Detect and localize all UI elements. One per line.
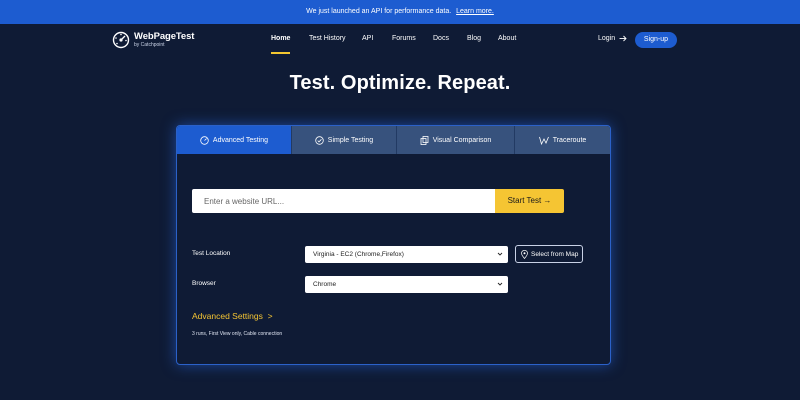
login-label: Login — [598, 35, 616, 42]
nav-home[interactable]: Home — [271, 35, 290, 42]
advanced-settings-toggle[interactable]: Advanced Settings > — [192, 311, 273, 321]
test-form-card: Advanced Testing Simple Testing Visual C… — [176, 125, 611, 365]
test-location-select[interactable]: Virginia - EC2 (Chrome,Firefox) — [305, 246, 508, 263]
test-location-value: Virginia - EC2 (Chrome,Firefox) — [313, 251, 404, 258]
nav-api[interactable]: API — [362, 35, 373, 42]
browser-value: Chrome — [313, 281, 337, 288]
browser-label: Browser — [192, 280, 216, 287]
brand-subtitle: by Catchpoint — [134, 41, 165, 48]
tab-label: Traceroute — [552, 136, 587, 144]
nav-forums[interactable]: Forums — [392, 35, 416, 42]
logo-icon — [112, 31, 130, 49]
select-from-map-button[interactable]: Select from Map — [515, 245, 583, 263]
tab-label: Simple Testing — [327, 136, 374, 144]
nav-test-history[interactable]: Test History — [309, 35, 346, 42]
copy-icon — [420, 135, 429, 145]
top-navigation: WebPageTest by Catchpoint Home Test Hist… — [0, 24, 800, 56]
banner-learn-more-link[interactable]: Learn more. — [456, 8, 494, 15]
nav-blog[interactable]: Blog — [467, 35, 481, 42]
advanced-settings-summary: 3 runs, First View only, Cable connectio… — [192, 331, 283, 337]
test-type-tabs: Advanced Testing Simple Testing Visual C… — [177, 126, 610, 154]
tab-label: Advanced Testing — [212, 136, 269, 144]
map-pin-icon — [521, 249, 528, 259]
banner-text: We just launched an API for performance … — [306, 8, 452, 15]
check-circle-icon — [315, 135, 324, 145]
brand-title: WebPageTest — [134, 30, 195, 42]
arrow-right-icon — [619, 35, 627, 42]
gauge-icon — [200, 135, 209, 145]
start-test-button[interactable]: Start Test → — [495, 189, 564, 213]
nav-docs[interactable]: Docs — [433, 35, 449, 42]
active-nav-indicator — [271, 52, 290, 54]
signup-button[interactable]: Sign-up — [635, 32, 677, 48]
nav-about[interactable]: About — [498, 35, 516, 42]
tab-label: Visual Comparison — [432, 136, 492, 144]
test-location-label: Test Location — [192, 250, 231, 257]
traceroute-icon — [538, 136, 549, 145]
browser-select[interactable]: Chrome — [305, 276, 508, 293]
tab-advanced-testing[interactable]: Advanced Testing — [177, 126, 292, 154]
tab-visual-comparison[interactable]: Visual Comparison — [397, 126, 515, 154]
brand-logo[interactable]: WebPageTest by Catchpoint — [112, 31, 194, 49]
map-button-label: Select from Map — [531, 250, 579, 258]
url-row: Start Test → — [192, 189, 564, 213]
tab-simple-testing[interactable]: Simple Testing — [292, 126, 397, 154]
chevron-down-icon — [497, 252, 503, 256]
tab-traceroute[interactable]: Traceroute — [515, 126, 610, 154]
url-input[interactable] — [192, 189, 496, 213]
login-link[interactable]: Login — [598, 35, 627, 42]
page-title: Test. Optimize. Repeat. — [289, 72, 511, 94]
chevron-down-icon — [497, 282, 503, 286]
announcement-banner: We just launched an API for performance … — [0, 0, 800, 24]
